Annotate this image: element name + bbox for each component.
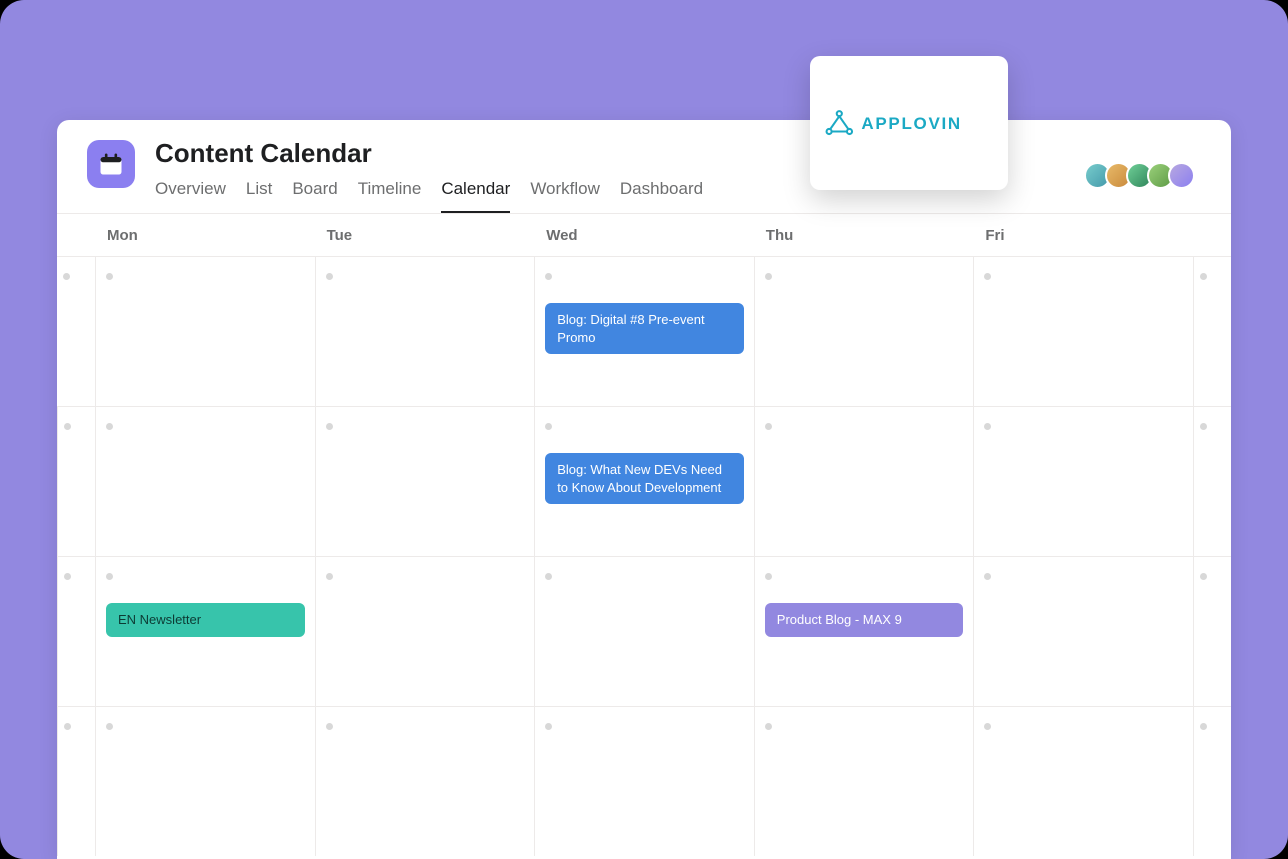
calendar-cell[interactable] <box>315 706 535 856</box>
tab-calendar[interactable]: Calendar <box>441 179 510 213</box>
calendar-cell[interactable] <box>57 256 95 406</box>
day-dot-icon <box>984 273 991 280</box>
day-dot-icon <box>64 423 71 430</box>
calendar-cell[interactable] <box>973 556 1193 706</box>
avatar[interactable] <box>1168 162 1195 189</box>
day-dot-icon <box>1200 423 1207 430</box>
calendar-cell[interactable] <box>95 256 315 406</box>
calendar-cell[interactable] <box>1193 706 1231 856</box>
day-dot-icon <box>64 573 71 580</box>
day-header-wed: Wed <box>534 227 754 244</box>
day-dot-icon <box>106 273 113 280</box>
day-dot-icon <box>326 423 333 430</box>
day-dot-icon <box>765 573 772 580</box>
calendar-cell[interactable]: Product Blog - MAX 9 <box>754 556 974 706</box>
calendar-cell[interactable] <box>973 406 1193 556</box>
calendar-app-icon <box>87 140 135 188</box>
calendar-cell[interactable] <box>315 406 535 556</box>
calendar-cell[interactable] <box>534 556 754 706</box>
day-header-thu: Thu <box>754 227 974 244</box>
calendar-cell[interactable] <box>754 406 974 556</box>
brand-logo-card: APPLOVIN <box>810 56 1008 190</box>
applovin-logo-icon: APPLOVIN <box>824 106 994 140</box>
day-dot-icon <box>1200 573 1207 580</box>
tab-overview[interactable]: Overview <box>155 179 226 213</box>
day-dot-icon <box>326 723 333 730</box>
day-dot-icon <box>64 723 71 730</box>
calendar-cell[interactable]: Blog: Digital #8 Pre-event Promo <box>534 256 754 406</box>
day-dot-icon <box>765 423 772 430</box>
calendar-grid: Blog: Digital #8 Pre-event Promo Blog: W… <box>57 256 1231 856</box>
calendar-event[interactable]: EN Newsletter <box>106 603 305 637</box>
tab-dashboard[interactable]: Dashboard <box>620 179 703 213</box>
tab-workflow[interactable]: Workflow <box>530 179 600 213</box>
day-dot-icon <box>326 573 333 580</box>
day-dot-icon <box>545 273 552 280</box>
day-dot-icon <box>984 573 991 580</box>
page-background: APPLOVIN Content Calendar Overview <box>0 0 1288 859</box>
day-headers-row: Mon Tue Wed Thu Fri <box>57 214 1231 256</box>
calendar-cell[interactable] <box>973 706 1193 856</box>
day-dot-icon <box>1200 723 1207 730</box>
day-dot-icon <box>1200 273 1207 280</box>
tabs: Overview List Board Timeline Calendar Wo… <box>155 179 703 213</box>
calendar-cell[interactable] <box>1193 256 1231 406</box>
calendar-area: Mon Tue Wed Thu Fri Blog: Digital #8 Pre… <box>57 213 1231 856</box>
day-dot-icon <box>63 273 70 280</box>
calendar-cell[interactable] <box>95 406 315 556</box>
day-dot-icon <box>545 723 552 730</box>
calendar-cell[interactable] <box>315 556 535 706</box>
collaborator-avatars[interactable] <box>1090 162 1195 189</box>
header: Content Calendar Overview List Board Tim… <box>57 120 1231 213</box>
calendar-event[interactable]: Blog: What New DEVs Need to Know About D… <box>545 453 744 504</box>
calendar-cell[interactable] <box>315 256 535 406</box>
calendar-event[interactable]: Product Blog - MAX 9 <box>765 603 964 637</box>
calendar-cell[interactable] <box>754 256 974 406</box>
app-window: Content Calendar Overview List Board Tim… <box>57 120 1231 859</box>
tab-timeline[interactable]: Timeline <box>358 179 422 213</box>
calendar-cell[interactable]: EN Newsletter <box>95 556 315 706</box>
day-header-fri: Fri <box>973 227 1193 244</box>
day-dot-icon <box>545 573 552 580</box>
brand-text: APPLOVIN <box>861 114 962 133</box>
calendar-cell[interactable] <box>95 706 315 856</box>
tab-board[interactable]: Board <box>292 179 337 213</box>
calendar-event[interactable]: Blog: Digital #8 Pre-event Promo <box>545 303 744 354</box>
day-dot-icon <box>984 723 991 730</box>
calendar-cell[interactable]: Blog: What New DEVs Need to Know About D… <box>534 406 754 556</box>
calendar-cell[interactable] <box>973 256 1193 406</box>
day-dot-icon <box>545 423 552 430</box>
calendar-cell[interactable] <box>57 706 95 856</box>
day-dot-icon <box>765 723 772 730</box>
day-dot-icon <box>106 423 113 430</box>
page-title: Content Calendar <box>155 138 703 169</box>
calendar-cell[interactable] <box>534 706 754 856</box>
day-dot-icon <box>106 723 113 730</box>
day-dot-icon <box>984 423 991 430</box>
calendar-cell[interactable] <box>57 556 95 706</box>
calendar-cell[interactable] <box>57 406 95 556</box>
day-dot-icon <box>106 573 113 580</box>
calendar-cell[interactable] <box>1193 556 1231 706</box>
tab-list[interactable]: List <box>246 179 272 213</box>
day-dot-icon <box>765 273 772 280</box>
calendar-cell[interactable] <box>754 706 974 856</box>
day-dot-icon <box>326 273 333 280</box>
day-header-mon: Mon <box>95 227 315 244</box>
calendar-cell[interactable] <box>1193 406 1231 556</box>
day-header-tue: Tue <box>315 227 535 244</box>
